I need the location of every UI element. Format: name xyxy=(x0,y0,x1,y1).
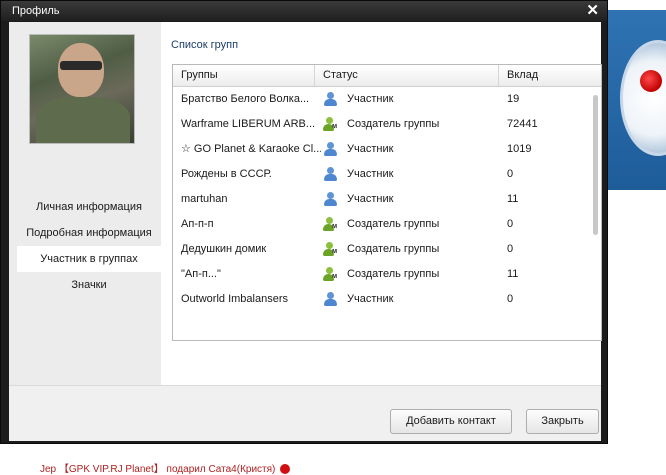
group-name: Братство Белого Волка... xyxy=(181,93,310,105)
table-row[interactable]: "Ап-п..." м Создатель группы 11 xyxy=(173,262,589,287)
user-icon xyxy=(323,92,337,106)
group-contribution: 0 xyxy=(507,243,514,255)
group-name: Рождены в СССР. xyxy=(181,168,272,180)
user-icon xyxy=(323,192,337,206)
group-contribution: 19 xyxy=(507,93,520,105)
group-name: Outworld Imbalansers xyxy=(181,293,288,305)
avatar xyxy=(29,34,135,144)
table-row[interactable]: Outworld Imbalansers Участник 0 xyxy=(173,287,589,312)
group-status: м Создатель группы xyxy=(323,212,499,237)
status-label: Создатель группы xyxy=(347,243,440,255)
group-status: Участник xyxy=(323,287,499,312)
section-title: Список групп xyxy=(171,39,239,51)
gift-tag: 【GPK VIP.RJ Planet】 xyxy=(58,464,164,475)
sidebar-item-personal-info[interactable]: Личная информация xyxy=(17,194,161,220)
group-status: Участник xyxy=(323,137,499,162)
user-icon xyxy=(323,142,337,156)
profile-dialog: Профиль ✕ Личная информация Подробная ин… xyxy=(0,0,608,444)
creator-icon: м xyxy=(323,267,337,281)
dialog-content: Личная информация Подробная информация У… xyxy=(9,22,602,441)
gift-text: подарил xyxy=(166,464,206,475)
sidebar-item-detailed-info[interactable]: Подробная информация xyxy=(17,220,161,246)
table-row[interactable]: martuhan Участник 11 xyxy=(173,187,589,212)
column-header-status[interactable]: Статус xyxy=(315,65,499,86)
window-title: Профиль xyxy=(12,5,60,17)
table-row[interactable]: Рождены в СССР. Участник 0 xyxy=(173,162,589,187)
group-status: м Создатель группы xyxy=(323,237,499,262)
groups-table: Группы Статус Вклад Братство Белого Волк… xyxy=(172,64,602,341)
avatar-face xyxy=(58,43,104,97)
group-name: Warframe LIBERUM ARB... xyxy=(181,118,316,130)
table-row[interactable]: Братство Белого Волка... Участник 19 xyxy=(173,87,589,112)
close-icon[interactable]: ✕ xyxy=(586,2,599,20)
creator-icon: м xyxy=(323,217,337,231)
rose-icon xyxy=(640,70,662,92)
group-contribution: 0 xyxy=(507,168,514,180)
group-contribution: 1019 xyxy=(507,143,532,155)
status-label: Участник xyxy=(347,293,394,305)
group-contribution: 0 xyxy=(507,293,514,305)
dialog-footer: Добавить контакт Закрыть xyxy=(9,385,601,441)
avatar-body xyxy=(36,97,130,143)
status-label: Создатель группы xyxy=(347,218,440,230)
close-button[interactable]: Закрыть xyxy=(526,409,599,434)
avatar-glasses xyxy=(60,61,102,70)
group-name: "Ап-п..." xyxy=(181,268,221,280)
sidebar-item-badges[interactable]: Значки xyxy=(17,272,161,298)
status-label: Участник xyxy=(347,193,394,205)
add-contact-button[interactable]: Добавить контакт xyxy=(390,409,512,434)
sidebar-nav: Личная информация Подробная информация У… xyxy=(17,194,161,298)
group-status: Участник xyxy=(323,87,499,112)
group-contribution: 11 xyxy=(507,268,519,280)
status-label: Участник xyxy=(347,168,394,180)
gift-sender: Jep xyxy=(40,464,57,475)
group-name: Дедушкин домик xyxy=(181,243,267,255)
table-row[interactable]: ☆ GO Planet & Karaoke Cl... Участник 1019 xyxy=(173,137,589,162)
user-icon xyxy=(323,292,337,306)
group-contribution: 72441 xyxy=(507,118,538,130)
main-panel: Список групп Группы Статус Вклад Братств… xyxy=(161,22,602,385)
group-contribution: 11 xyxy=(507,193,519,205)
table-row[interactable]: Ап-п-п м Создатель группы 0 xyxy=(173,212,589,237)
status-label: Создатель группы xyxy=(347,118,440,130)
group-name: ☆ GO Planet & Karaoke Cl... xyxy=(181,143,321,155)
scrollbar-thumb[interactable] xyxy=(593,95,598,235)
scrollbar[interactable] xyxy=(590,87,600,339)
table-row[interactable]: Warframe LIBERUM ARB... м Создатель группы… xyxy=(173,112,589,137)
group-status: Участник xyxy=(323,187,499,212)
status-label: Участник xyxy=(347,93,394,105)
group-name: Ап-п-п xyxy=(181,218,214,230)
status-label: Создатель группы xyxy=(347,268,440,280)
table-header: Группы Статус Вклад xyxy=(173,65,601,87)
group-status: м Создатель группы xyxy=(323,112,499,137)
group-status: Участник xyxy=(323,162,499,187)
status-label: Участник xyxy=(347,143,394,155)
column-header-contribution[interactable]: Вклад xyxy=(499,65,601,86)
group-contribution: 0 xyxy=(507,218,514,230)
sidebar: Личная информация Подробная информация У… xyxy=(9,22,161,385)
sidebar-item-groups[interactable]: Участник в группах xyxy=(17,246,161,272)
column-header-groups[interactable]: Группы xyxy=(173,65,315,86)
group-status: м Создатель группы xyxy=(323,262,499,287)
group-name: martuhan xyxy=(181,193,228,205)
creator-icon: м xyxy=(323,242,337,256)
title-bar[interactable]: Профиль ✕ xyxy=(1,1,607,21)
gift-target: Сата4(Кристя) xyxy=(208,464,276,475)
table-row[interactable]: Дедушкин домик м Создатель группы 0 xyxy=(173,237,589,262)
creator-icon: м xyxy=(323,117,337,131)
user-icon xyxy=(323,167,337,181)
